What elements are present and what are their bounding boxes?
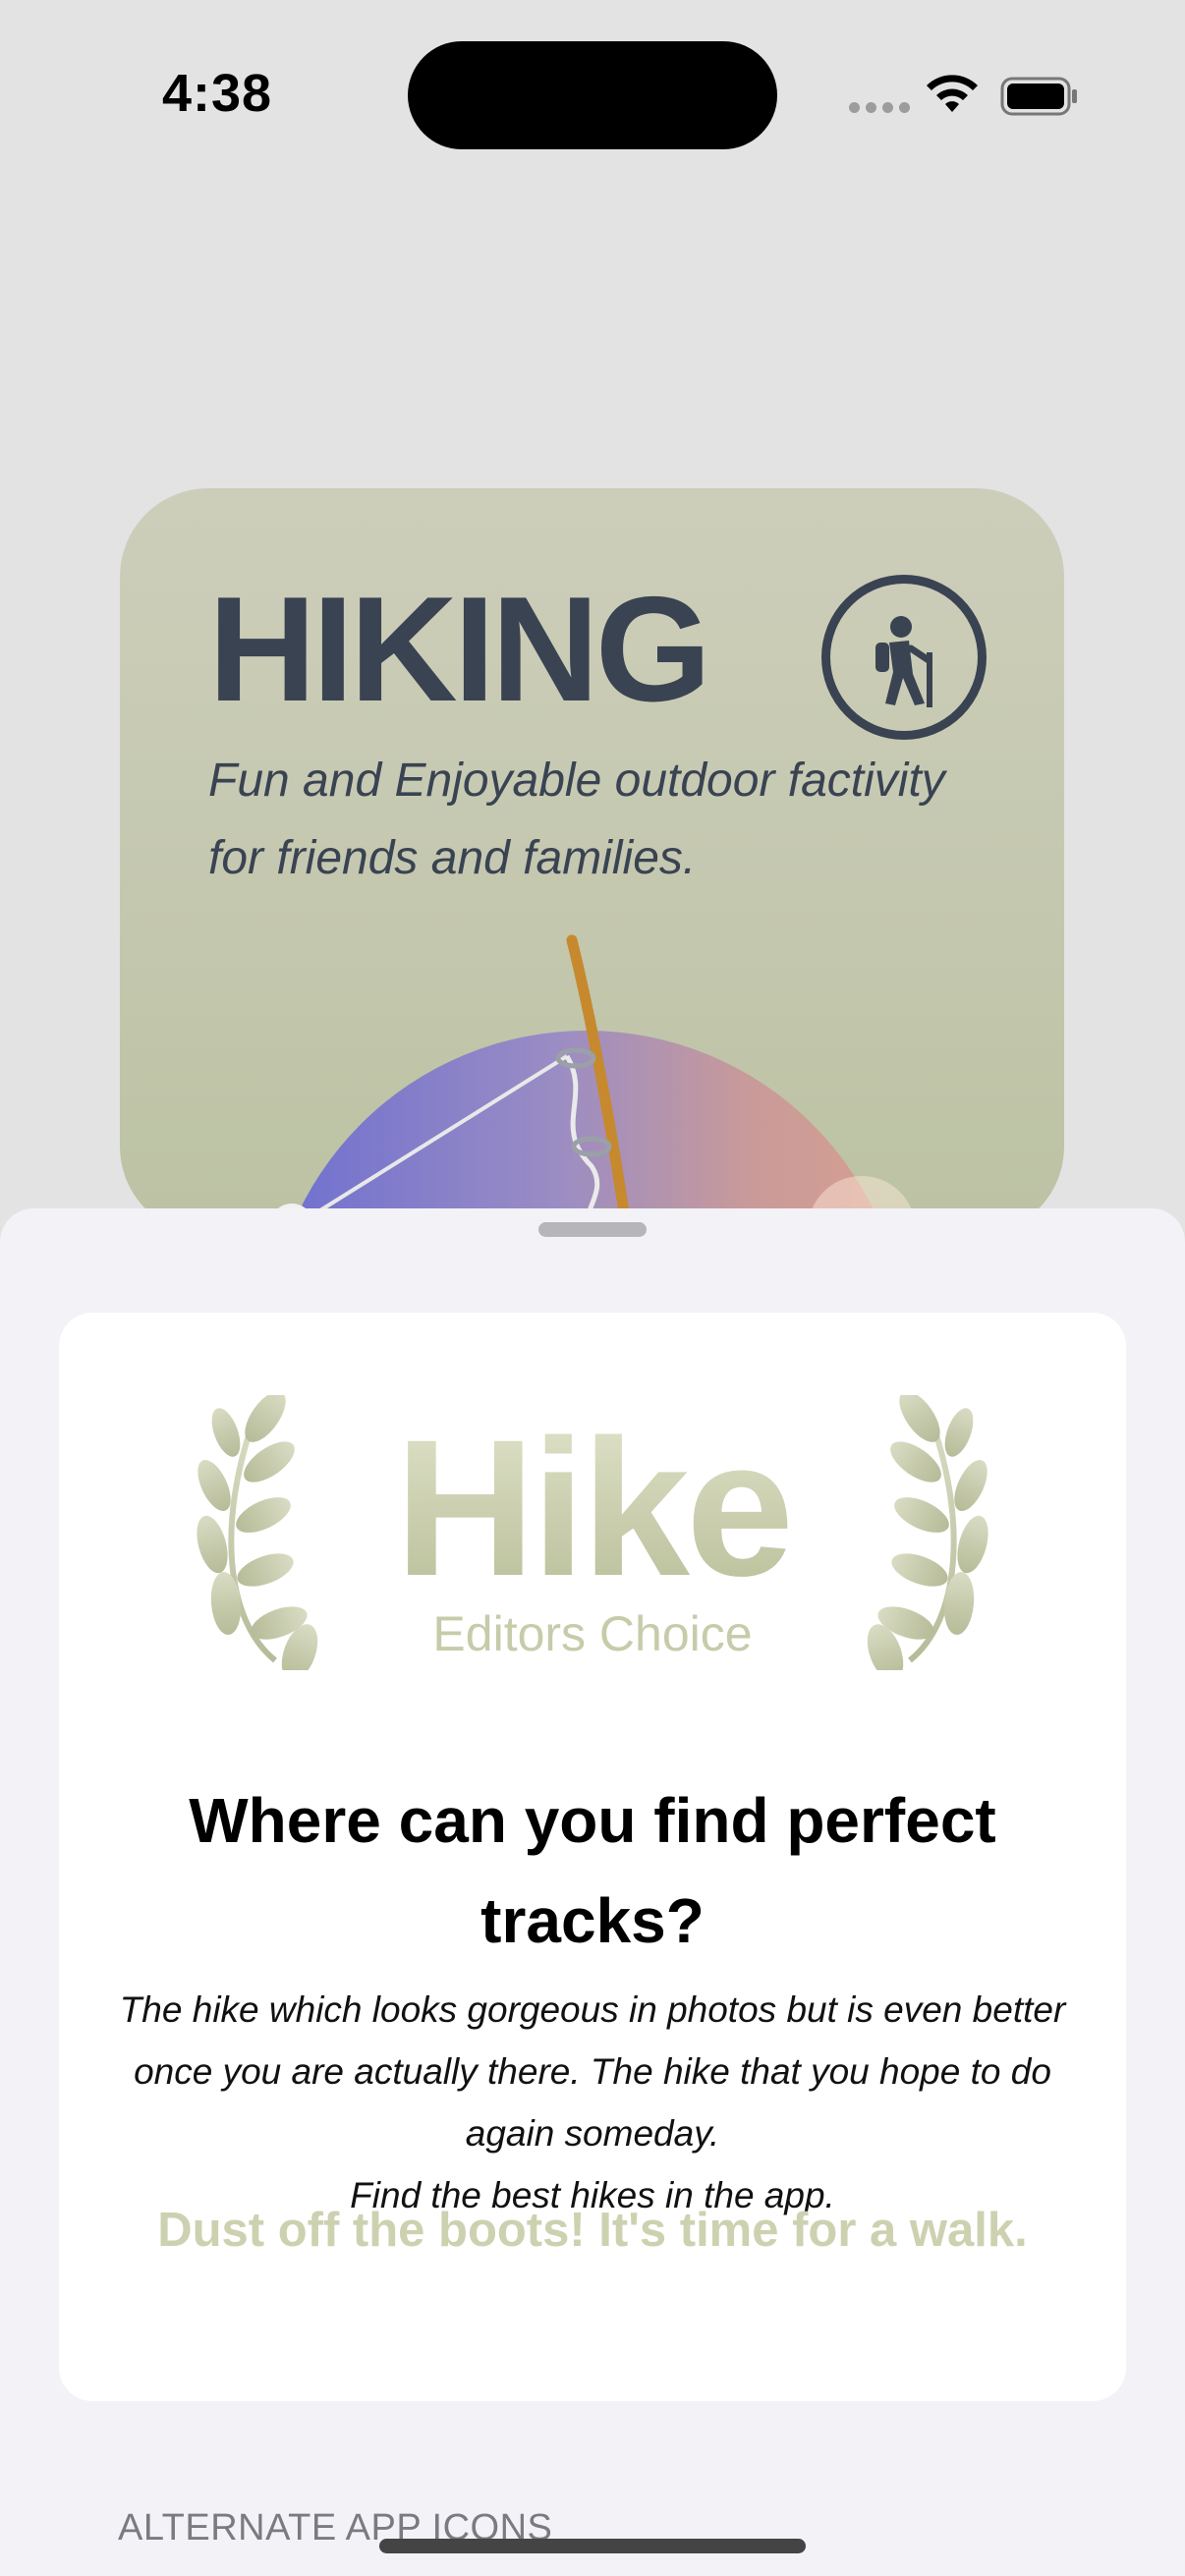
- hero-card[interactable]: HIKING Fun and Enjoyable outdoor factivi…: [120, 488, 1064, 1235]
- call-to-action-text: Dust off the boots! It's time for a walk…: [157, 2204, 1028, 2257]
- editors-choice-panel: Hike Editors Choice Where can you find p…: [59, 1313, 1126, 2401]
- status-time: 4:38: [162, 64, 273, 123]
- bottom-sheet[interactable]: Hike Editors Choice Where can you find p…: [0, 1208, 1185, 2576]
- hiker-icon: [821, 575, 987, 740]
- home-indicator[interactable]: [379, 2539, 806, 2553]
- cellular-signal-icon: [849, 102, 910, 113]
- description: The hike which looks gorgeous in photos …: [108, 1979, 1077, 2226]
- battery-icon: [1000, 77, 1077, 116]
- sheet-grabber[interactable]: [538, 1222, 647, 1237]
- dynamic-island: [408, 41, 777, 149]
- editors-choice-label: Editors Choice: [432, 1606, 753, 1661]
- hero-subtitle: Fun and Enjoyable outdoor factivity for …: [208, 755, 945, 884]
- headline: Where can you find perfect tracks?: [189, 1785, 996, 1956]
- hero-title: HIKING: [208, 566, 711, 733]
- fishing-rod-illustration: [194, 934, 632, 1235]
- description-paragraph: The hike which looks gorgeous in photos …: [119, 1989, 1066, 2154]
- wifi-icon: [927, 75, 978, 112]
- hike-logo-title: Hike: [59, 1411, 1126, 1605]
